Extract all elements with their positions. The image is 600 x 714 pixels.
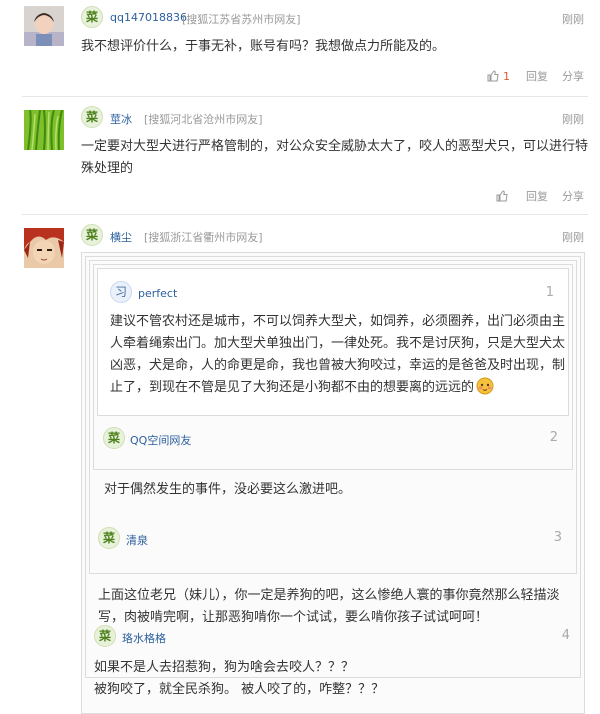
comment-text: 建议不管农村还是城市，不可以饲养大型犬，如饲养，必须圈养，出门必须由主 人牵着绳… (110, 314, 566, 395)
user-level-tag: 菜 (94, 625, 116, 647)
comment-time: 刚刚 (562, 113, 584, 126)
comment-actions: 回复 分享 (496, 188, 584, 204)
comment-actions: 1 回复 分享 (487, 68, 584, 84)
user-level-tag: 菜 (103, 427, 125, 449)
comment-item: 菜 莖冰 [搜狐河北省沧州市网友] 刚刚 一定要对大型犬进行严格管制的，对公众安… (0, 100, 600, 210)
username-link[interactable]: 莖冰 (110, 111, 132, 127)
divider (22, 214, 588, 215)
thumbs-up-icon[interactable] (487, 70, 499, 82)
avatar[interactable] (24, 110, 64, 150)
comment-text: 我不想评价什么，于事无补，账号有吗？我想做点力所能及的。 (81, 39, 446, 54)
username-link[interactable]: 横尘 (110, 229, 132, 245)
blush-face-icon (476, 377, 494, 395)
user-level-tag: 习 (110, 281, 132, 303)
floor-number: 1 (545, 285, 554, 300)
reply-button[interactable]: 回复 (526, 188, 548, 204)
comment-text: 上面这位老兄（妹儿），你一定是养狗的吧，这么惨绝人寰的事你竟然那么轻描淡 写，肉… (98, 588, 560, 625)
user-level-tag: 菜 (81, 106, 103, 128)
quote-box: 习 perfect 1 建议不管农村还是城市，不可以饲养大型犬，如饲养，必须圈养… (81, 252, 585, 714)
comment-item: 菜 横尘 [搜狐浙江省衢州市网友] 刚刚 习 perfect 1 建议不管农村还… (0, 218, 600, 714)
user-level-tag: 菜 (98, 527, 120, 549)
comment-text: 如果不是人去招惹狗，狗为啥会去咬人？？？ 被狗咬了，就全民杀狗。 被人咬了的，咋… (94, 660, 385, 697)
username-link[interactable]: perfect (138, 287, 177, 300)
username-link[interactable]: 珞水格格 (122, 630, 166, 646)
user-location: [搜狐河北省沧州市网友] (144, 113, 263, 126)
user-level-tag: 菜 (81, 6, 103, 28)
comment-text: 对于偶然发生的事件，没必要这么激进吧。 (104, 482, 352, 497)
quote-box: 习 perfect 1 建议不管农村还是城市，不可以饲养大型犬，如饲养，必须圈养… (93, 264, 573, 470)
quote-item: 习 perfect 1 建议不管农村还是城市，不可以饲养大型犬，如饲养，必须圈养… (97, 268, 569, 416)
thumbs-up-icon[interactable] (496, 190, 508, 202)
username-link[interactable]: qq147018836 (110, 11, 187, 24)
avatar[interactable] (24, 6, 64, 46)
quote-box: 习 perfect 1 建议不管农村还是城市，不可以饲养大型犬，如饲养，必须圈养… (85, 256, 581, 678)
floor-number: 4 (561, 628, 570, 643)
username-link[interactable]: 清泉 (126, 532, 148, 548)
like-count: 1 (503, 69, 510, 83)
comment-text: 一定要对大型犬进行严格管制的，对公众安全威胁太大了，咬人的恶型犬只，可以进行特 … (81, 139, 589, 176)
divider (22, 96, 588, 97)
user-location: [搜狐江苏省苏州市网友] (182, 13, 301, 26)
share-button[interactable]: 分享 (562, 188, 584, 204)
comment-item: 菜 qq147018836 [搜狐江苏省苏州市网友] 刚刚 我不想评价什么，于事… (0, 0, 600, 100)
user-level-tag: 菜 (81, 224, 103, 246)
comment-time: 刚刚 (562, 231, 584, 244)
share-button[interactable]: 分享 (562, 68, 584, 84)
reply-button[interactable]: 回复 (526, 68, 548, 84)
quote-box: 习 perfect 1 建议不管农村还是城市，不可以饲养大型犬，如饲养，必须圈养… (89, 260, 577, 574)
username-link[interactable]: QQ空间网友 (130, 432, 191, 448)
comment-time: 刚刚 (562, 13, 584, 26)
avatar[interactable] (24, 228, 64, 268)
user-location: [搜狐浙江省衢州市网友] (144, 231, 263, 244)
floor-number: 3 (553, 530, 562, 545)
floor-number: 2 (549, 430, 558, 445)
